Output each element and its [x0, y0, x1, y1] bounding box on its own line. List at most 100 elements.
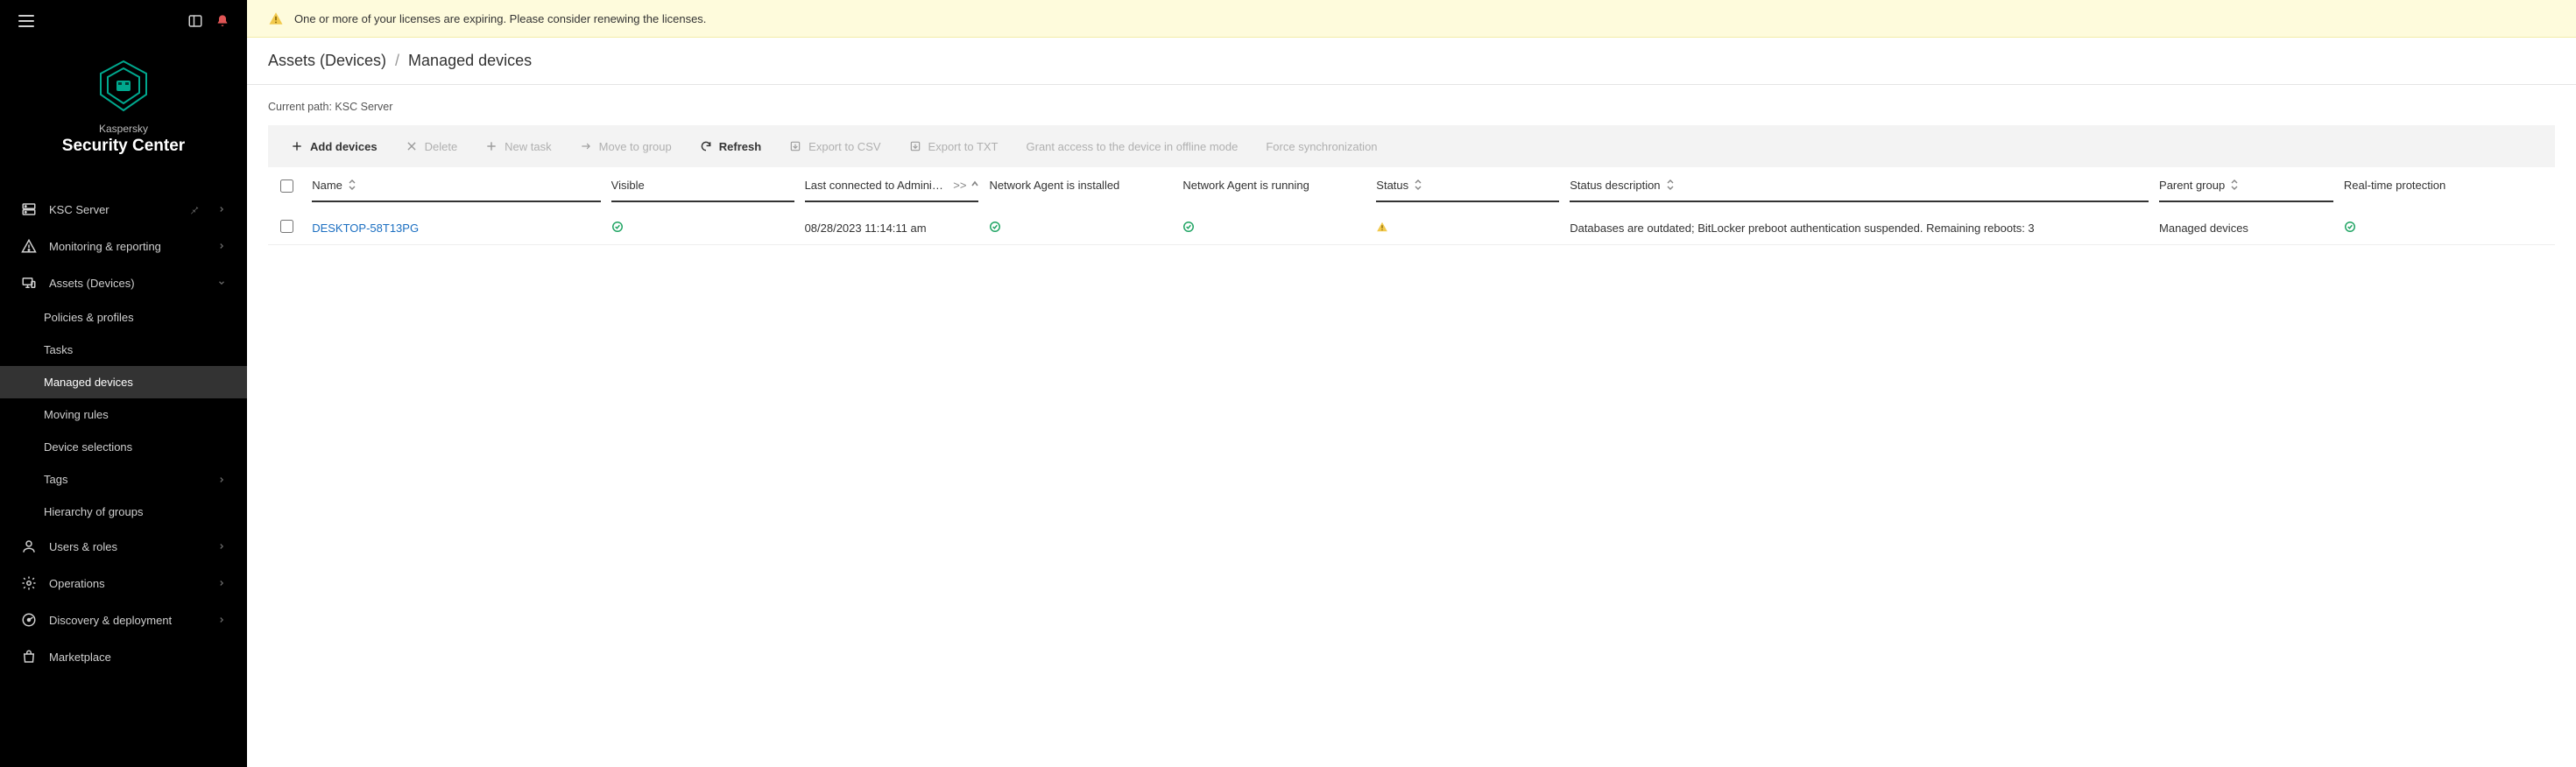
nav-managed-devices[interactable]: Managed devices: [0, 366, 247, 398]
user-icon: [21, 538, 37, 554]
chevron-right-icon: [217, 579, 226, 588]
nav-operations[interactable]: Operations: [0, 565, 247, 602]
bell-icon[interactable]: [215, 14, 229, 28]
nav-label: Marketplace: [49, 651, 111, 664]
force-sync-button[interactable]: Force synchronization: [1253, 133, 1389, 160]
cell-status-desc: Databases are outdated; BitLocker preboo…: [1570, 222, 2034, 235]
move-to-group-button[interactable]: Move to group: [568, 133, 684, 160]
nav-assets-children: Policies & profiles Tasks Managed device…: [0, 301, 247, 528]
warning-icon: [268, 11, 284, 26]
nav-sub-label: Hierarchy of groups: [44, 505, 143, 518]
nav-label: Discovery & deployment: [49, 614, 172, 627]
col-expand[interactable]: >>: [953, 179, 966, 192]
brand-logo-icon: [95, 58, 152, 114]
chevron-right-icon: [217, 475, 226, 484]
check-circle-icon: [989, 221, 1001, 233]
btn-label: Move to group: [599, 140, 672, 153]
nav-users[interactable]: Users & roles: [0, 528, 247, 565]
nav-assets[interactable]: Assets (Devices): [0, 264, 247, 301]
devices-icon: [21, 275, 37, 291]
nav-policies[interactable]: Policies & profiles: [0, 301, 247, 334]
row-checkbox[interactable]: [280, 220, 293, 233]
export-icon: [909, 140, 921, 152]
col-label: Network Agent is installed: [989, 179, 1119, 192]
panel-toggle-icon[interactable]: [187, 13, 203, 29]
col-label: Last connected to Admini…: [805, 179, 943, 192]
add-devices-button[interactable]: Add devices: [279, 133, 390, 160]
nav-marketplace[interactable]: Marketplace: [0, 638, 247, 675]
btn-label: Export to CSV: [808, 140, 880, 153]
nav-hierarchy[interactable]: Hierarchy of groups: [0, 496, 247, 528]
col-status[interactable]: Status: [1376, 167, 1570, 211]
col-status-desc[interactable]: Status description: [1570, 167, 2159, 211]
device-name-link[interactable]: DESKTOP-58T13PG: [312, 222, 419, 235]
nav-discovery[interactable]: Discovery & deployment: [0, 602, 247, 638]
current-path: Current path: KSC Server: [247, 85, 2576, 122]
col-visible[interactable]: Visible: [611, 167, 805, 211]
btn-label: Grant access to the device in offline mo…: [1027, 140, 1239, 153]
col-rtp[interactable]: Real-time protection: [2344, 167, 2555, 211]
nav-sub-label: Moving rules: [44, 408, 109, 421]
chevron-down-icon: [217, 278, 226, 287]
col-label: Parent group: [2159, 179, 2225, 192]
nav-ksc-server[interactable]: KSC Server: [0, 191, 247, 228]
nav-sub-label: Policies & profiles: [44, 311, 134, 324]
col-parent-group[interactable]: Parent group: [2159, 167, 2344, 211]
nav-sub-label: Tags: [44, 473, 67, 486]
banner-message: One or more of your licenses are expirin…: [294, 12, 706, 25]
breadcrumb-root[interactable]: Assets (Devices): [268, 52, 386, 70]
sort-asc-icon: [971, 180, 978, 189]
new-task-button[interactable]: New task: [473, 133, 563, 160]
export-csv-button[interactable]: Export to CSV: [777, 133, 893, 160]
plus-icon: [485, 140, 498, 152]
nav-label: Operations: [49, 577, 105, 590]
license-warning-banner: One or more of your licenses are expirin…: [247, 0, 2576, 38]
main: One or more of your licenses are expirin…: [247, 0, 2576, 767]
table-container[interactable]: Name Visible Last connected to Admini… >…: [247, 167, 2576, 767]
select-all-checkbox[interactable]: [280, 179, 293, 193]
server-icon: [21, 201, 37, 217]
table-row[interactable]: DESKTOP-58T13PG 08/28/2023 11:14:11 am D: [268, 211, 2555, 245]
sort-icon: [348, 179, 356, 190]
refresh-button[interactable]: Refresh: [688, 133, 773, 160]
refresh-icon: [700, 140, 712, 152]
brand-company: Kaspersky: [99, 123, 148, 135]
chevron-right-icon: [217, 242, 226, 250]
nav-tasks[interactable]: Tasks: [0, 334, 247, 366]
chevron-right-icon: [217, 542, 226, 551]
col-agent-installed[interactable]: Network Agent is installed: [989, 167, 1182, 211]
toolbar: Add devices Delete New task Move to grou…: [268, 125, 2555, 167]
nav-device-selections[interactable]: Device selections: [0, 431, 247, 463]
pin-icon[interactable]: [189, 204, 200, 215]
export-txt-button[interactable]: Export to TXT: [897, 133, 1011, 160]
table-body: DESKTOP-58T13PG 08/28/2023 11:14:11 am D: [268, 211, 2555, 245]
table-header-row: Name Visible Last connected to Admini… >…: [268, 167, 2555, 211]
cell-last: 08/28/2023 11:14:11 am: [805, 222, 927, 235]
delete-button[interactable]: Delete: [393, 133, 470, 160]
brand-product: Security Center: [62, 137, 185, 156]
btn-label: Export to TXT: [928, 140, 999, 153]
breadcrumb-sep: /: [395, 52, 399, 70]
btn-label: New task: [505, 140, 551, 153]
breadcrumb: Assets (Devices) / Managed devices: [247, 38, 2576, 85]
nav-tags[interactable]: Tags: [0, 463, 247, 496]
nav-sub-label: Tasks: [44, 343, 73, 356]
col-agent-running[interactable]: Network Agent is running: [1182, 167, 1376, 211]
nav-label: Monitoring & reporting: [49, 240, 161, 253]
sidebar-top: [0, 0, 247, 42]
col-last-connected[interactable]: Last connected to Admini… >>: [805, 167, 990, 211]
chevron-right-icon: [217, 616, 226, 624]
check-circle-icon: [2344, 221, 2356, 233]
nav-label: Users & roles: [49, 540, 117, 553]
nav-label: KSC Server: [49, 203, 109, 216]
check-circle-icon: [611, 221, 624, 233]
col-name[interactable]: Name: [312, 167, 610, 211]
radar-icon: [21, 612, 37, 628]
nav-moving-rules[interactable]: Moving rules: [0, 398, 247, 431]
x-icon: [406, 140, 418, 152]
nav-monitoring[interactable]: Monitoring & reporting: [0, 228, 247, 264]
hamburger-icon[interactable]: [18, 12, 35, 30]
chevron-right-icon: [217, 205, 226, 214]
grant-access-button[interactable]: Grant access to the device in offline mo…: [1014, 133, 1251, 160]
bag-icon: [21, 649, 37, 665]
